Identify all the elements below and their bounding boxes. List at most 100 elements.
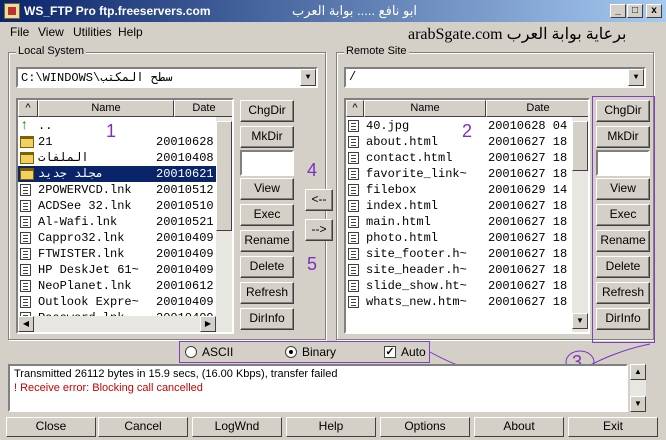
close-window-button[interactable]: x xyxy=(646,4,662,18)
file-name: slide_show.ht~ xyxy=(366,279,467,293)
remote-view-button[interactable]: View xyxy=(596,178,650,200)
exit-button[interactable]: Exit xyxy=(568,417,658,437)
remote-mkdir-button[interactable]: MkDir xyxy=(596,126,650,148)
remote-filter-input[interactable] xyxy=(596,150,650,176)
local-filter-input[interactable] xyxy=(240,150,294,176)
chevron-down-icon[interactable]: ▼ xyxy=(300,69,316,86)
list-item[interactable]: index.html 20010627 18 xyxy=(346,198,572,214)
list-item[interactable]: ↑.. xyxy=(18,118,216,134)
folder-icon xyxy=(20,168,34,180)
list-item[interactable]: contact.html 20010627 18 xyxy=(346,150,572,166)
cancel-button[interactable]: Cancel xyxy=(98,417,188,437)
window-title: WS_FTP Pro ftp.freeservers.com xyxy=(24,4,211,18)
remote-delete-button[interactable]: Delete xyxy=(596,256,650,278)
menu-file[interactable]: File xyxy=(10,25,29,39)
local-horizontal-scrollbar[interactable]: ◀ ▶ xyxy=(18,316,232,332)
list-item[interactable]: photo.html 20010627 18 xyxy=(346,230,572,246)
remote-exec-button[interactable]: Exec xyxy=(596,204,650,226)
list-item[interactable]: slide_show.ht~ 20010627 18 xyxy=(346,278,572,294)
name-column-header[interactable]: Name xyxy=(38,100,174,117)
remote-rename-button[interactable]: Rename xyxy=(596,230,650,252)
local-refresh-button[interactable]: Refresh xyxy=(240,282,294,304)
list-item[interactable]: Al-Wafi.lnk 20010521 xyxy=(18,214,216,230)
list-item[interactable]: 21 20010628 xyxy=(18,134,216,150)
scroll-thumb[interactable] xyxy=(572,121,588,171)
list-item[interactable]: ACDSee 32.lnk 20010510 xyxy=(18,198,216,214)
file-icon xyxy=(348,184,359,196)
list-item[interactable]: 2POWERVCD.lnk 20010512 xyxy=(18,182,216,198)
list-item[interactable]: main.html 20010627 18 xyxy=(346,214,572,230)
local-vertical-scrollbar[interactable] xyxy=(216,117,232,317)
file-icon xyxy=(20,248,31,260)
remote-dirinfo-button[interactable]: DirInfo xyxy=(596,308,650,330)
menu-utilities[interactable]: Utilities xyxy=(73,25,112,39)
chevron-down-icon[interactable]: ▼ xyxy=(628,69,644,86)
date-column-header[interactable]: Date xyxy=(174,100,232,117)
upload-left-button[interactable]: <-- xyxy=(305,189,333,211)
status-scrollbar[interactable]: ▲ ▼ xyxy=(630,364,646,412)
menu-view[interactable]: View xyxy=(38,25,64,39)
file-name: Cappro32.lnk xyxy=(38,231,125,245)
list-item[interactable]: site_header.h~ 20010627 18 xyxy=(346,262,572,278)
scroll-down-icon[interactable]: ▼ xyxy=(630,396,646,412)
file-date: 20010627 18 xyxy=(488,295,568,309)
list-item[interactable]: filebox 20010629 14 xyxy=(346,182,572,198)
list-item[interactable]: favorite_link~ 20010627 18 xyxy=(346,166,572,182)
local-file-list[interactable]: ^ Name Date ↑.. 21 20010628 الملفات 20010408… xyxy=(16,98,234,334)
file-name: contact.html xyxy=(366,151,453,165)
date-column-header[interactable]: Date xyxy=(486,100,588,117)
file-icon xyxy=(348,248,359,260)
list-item[interactable]: 40.jpg 20010628 04 xyxy=(346,118,572,134)
list-item[interactable]: FTWISTER.lnk 20010409 xyxy=(18,246,216,262)
options-button[interactable]: Options xyxy=(380,417,470,437)
name-column-header[interactable]: Name xyxy=(364,100,486,117)
sort-up-header[interactable]: ^ xyxy=(346,100,364,117)
scroll-up-icon[interactable]: ▲ xyxy=(630,364,646,380)
remote-path-combo[interactable]: / ▼ xyxy=(344,67,646,88)
about-button[interactable]: About xyxy=(474,417,564,437)
file-name: photo.html xyxy=(366,231,439,245)
list-item[interactable]: whats_new.htm~ 20010627 18 xyxy=(346,294,572,310)
auto-checkbox[interactable]: ✓ xyxy=(384,346,396,358)
scroll-down-icon[interactable]: ▼ xyxy=(572,313,588,329)
maximize-button[interactable]: □ xyxy=(627,4,643,18)
local-path-combo[interactable]: C:\WINDOWS\سطح المكتب ▼ xyxy=(16,67,318,88)
local-dirinfo-button[interactable]: DirInfo xyxy=(240,308,294,330)
remote-chgdir-button[interactable]: ChgDir xyxy=(596,100,650,122)
scroll-left-icon[interactable]: ◀ xyxy=(18,316,34,332)
app-icon[interactable] xyxy=(4,3,20,19)
file-name: 40.jpg xyxy=(366,119,410,133)
list-item[interactable]: الملفات 20010408 xyxy=(18,150,216,166)
annotation-2: 2 xyxy=(462,121,473,141)
scroll-right-icon[interactable]: ▶ xyxy=(200,316,216,332)
file-date: 20010629 14 xyxy=(488,183,568,197)
local-rename-button[interactable]: Rename xyxy=(240,230,294,252)
local-delete-button[interactable]: Delete xyxy=(240,256,294,278)
download-right-button[interactable]: --> xyxy=(305,219,333,241)
list-item[interactable]: site_footer.h~ 20010627 18 xyxy=(346,246,572,262)
local-chgdir-button[interactable]: ChgDir xyxy=(240,100,294,122)
list-item[interactable]: about.html 20010627 18 xyxy=(346,134,572,150)
list-item[interactable]: مجلد جديد 20010621 xyxy=(18,166,216,182)
list-item[interactable]: Cappro32.lnk 20010409 xyxy=(18,230,216,246)
sort-up-header[interactable]: ^ xyxy=(18,100,38,117)
scroll-thumb[interactable] xyxy=(216,121,232,231)
list-item[interactable]: NeoPlanet.lnk 20010612 xyxy=(18,278,216,294)
file-name: Outlook Expre~ xyxy=(38,295,139,309)
remote-vertical-scrollbar[interactable]: ▼ xyxy=(572,117,588,332)
local-exec-button[interactable]: Exec xyxy=(240,204,294,226)
file-name: ACDSee 32.lnk xyxy=(38,199,132,213)
local-view-button[interactable]: View xyxy=(240,178,294,200)
binary-label: Binary xyxy=(302,345,337,359)
list-item[interactable]: HP DeskJet 61~ 20010409 xyxy=(18,262,216,278)
close-button[interactable]: Close xyxy=(6,417,96,437)
help-button[interactable]: Help xyxy=(286,417,376,437)
logwnd-button[interactable]: LogWnd xyxy=(192,417,282,437)
remote-refresh-button[interactable]: Refresh xyxy=(596,282,650,304)
ascii-radio[interactable] xyxy=(185,346,197,358)
binary-radio[interactable] xyxy=(285,346,297,358)
list-item[interactable]: Outlook Expre~ 20010409 xyxy=(18,294,216,310)
minimize-button[interactable]: _ xyxy=(610,4,626,18)
menu-help[interactable]: Help xyxy=(118,25,143,39)
local-mkdir-button[interactable]: MkDir xyxy=(240,126,294,148)
